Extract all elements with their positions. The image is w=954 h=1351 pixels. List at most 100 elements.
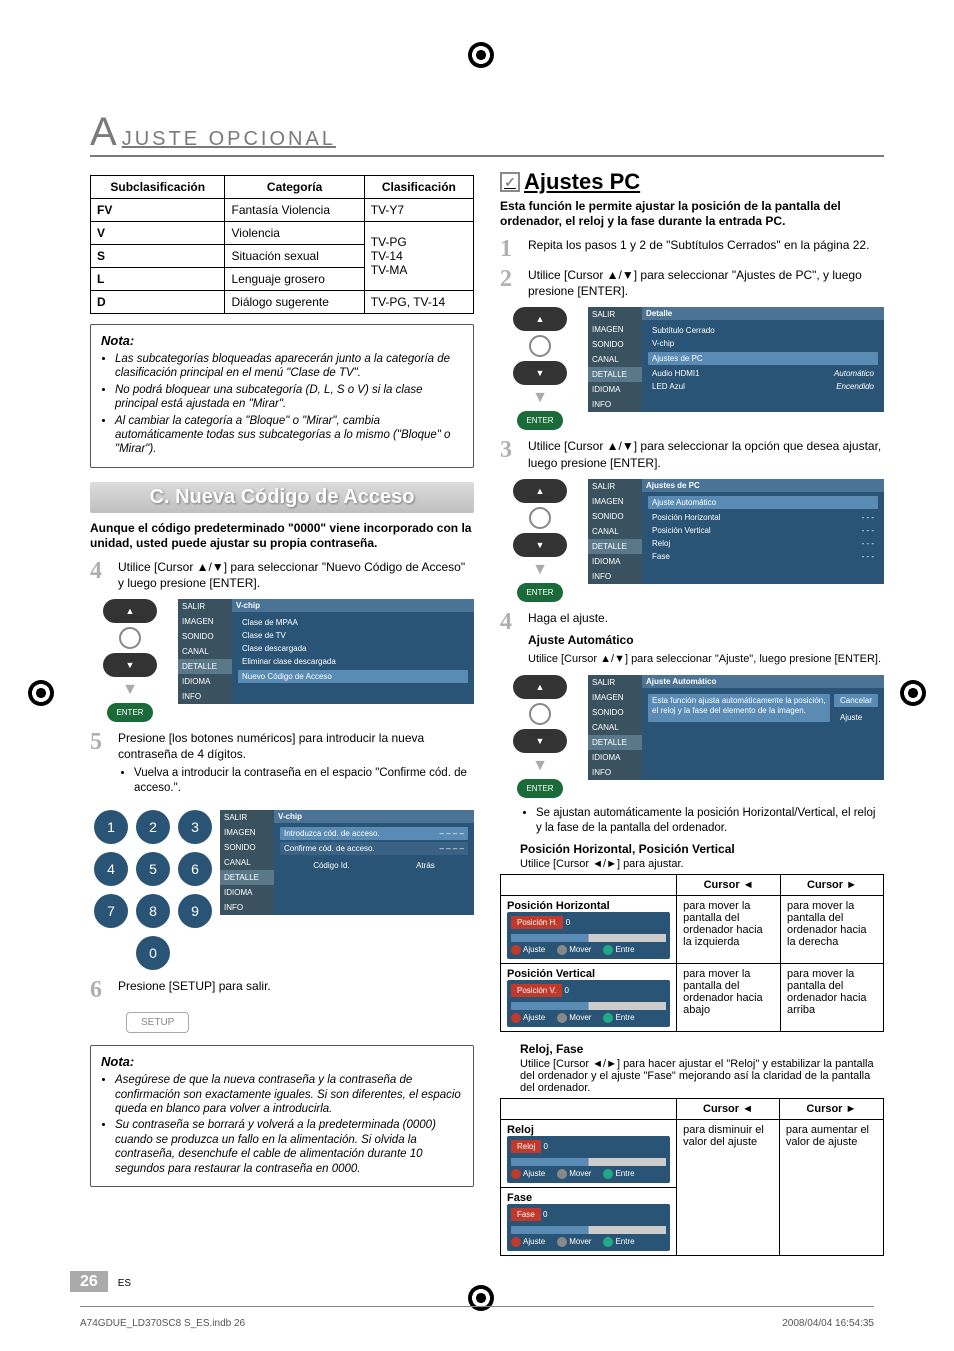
panel-header: V-chip <box>232 599 474 612</box>
menu-tab: CANAL <box>588 524 642 539</box>
classification-table: Subclasificación Categoría Clasificación… <box>90 175 474 314</box>
note-item: No podrá bloquear una subcategoría (D, L… <box>115 383 463 412</box>
td: L <box>91 268 225 291</box>
menu-item: Posición Vertical <box>652 526 711 535</box>
step-body: Presione [los botones numéricos] para in… <box>118 730 474 802</box>
cursor-up-icon: ▲ <box>103 599 157 623</box>
enter-button-icon: ENTER <box>517 779 562 798</box>
menu-tab: SALIR <box>178 599 232 614</box>
td: para mover la pantalla del ordenador hac… <box>781 963 884 1031</box>
menu-tab: SONIDO <box>588 509 642 524</box>
menu-item-selected: Nuevo Código de Acceso <box>238 670 468 683</box>
menu-tab: SONIDO <box>178 629 232 644</box>
menu-tab: SALIR <box>588 675 642 690</box>
panel-header: Ajuste Automático <box>642 675 884 688</box>
menu-item: Fase <box>652 552 670 561</box>
menu-item: Clase de TV <box>238 629 468 642</box>
td: para aumentar el valor de ajuste <box>779 1119 883 1255</box>
note-box-2: Nota: Asegúrese de que la nueva contrase… <box>90 1045 474 1187</box>
num-key: 6 <box>178 852 212 886</box>
step-number: 1 <box>500 237 520 261</box>
cursor-down-icon: ▼ <box>513 729 567 753</box>
input-row: Confirme cód. de acceso. <box>284 844 375 853</box>
num-key: 4 <box>94 852 128 886</box>
cursor-down-icon: ▼ <box>513 533 567 557</box>
numpad-illustration: 123 456 789 0 <box>94 810 212 970</box>
menu-item: LED Azul <box>652 382 685 391</box>
td: TV-PG TV-14 TV-MA <box>364 222 473 291</box>
num-key: 3 <box>178 810 212 844</box>
bullet: Se ajustan automáticamente la posición H… <box>536 806 884 836</box>
enter-button-icon: ENTER <box>517 583 562 602</box>
registration-mark <box>468 1285 494 1311</box>
remote-illustration: ▲▼▼ENTER <box>500 479 580 602</box>
cursor-ring <box>119 627 141 649</box>
tv-menu-screenshot: SALIR IMAGEN SONIDO CANAL DETALLE IDIOMA… <box>178 599 474 704</box>
row-label: Reloj <box>507 1124 670 1136</box>
menu-tab: SALIR <box>220 810 274 825</box>
row-label: Fase <box>507 1192 670 1204</box>
num-key: 1 <box>94 810 128 844</box>
remote-illustration: ▲▼▼ENTER <box>500 675 580 798</box>
num-key: 7 <box>94 894 128 928</box>
remote-illustration: ▲▼▼ENTER <box>500 307 580 430</box>
check-icon: ✓ <box>500 172 520 192</box>
step-number: 2 <box>500 267 520 299</box>
menu-tab: CANAL <box>588 352 642 367</box>
td: S <box>91 245 225 268</box>
step-body: Utilice [Cursor ▲/▼] para seleccionar "A… <box>528 267 884 299</box>
menu-tab: SONIDO <box>588 705 642 720</box>
menu-tab: IMAGEN <box>178 614 232 629</box>
panel-note: Esta función ajusta automáticamente la p… <box>648 694 830 722</box>
step-body: Presione [SETUP] para salir. <box>118 978 474 1002</box>
page-number: 26 ES <box>70 1273 131 1291</box>
menu-tab: SONIDO <box>220 840 274 855</box>
pc-intro: Esta función le permite ajustar la posic… <box>500 199 884 229</box>
td: Fantasía Violencia <box>225 199 364 222</box>
menu-item-selected: Ajustes de PC <box>652 354 703 363</box>
menu-tab: INFO <box>588 397 642 412</box>
enter-button-icon: ENTER <box>517 411 562 430</box>
slider-illustration: Reloj 0 AjusteMoverEntre <box>507 1136 670 1183</box>
instruction: Utilice [Cursor ◄/►] para ajustar. <box>520 858 884 870</box>
menu-tab: IDIOMA <box>178 674 232 689</box>
note-item: Asegúrese de que la nueva contraseña y l… <box>115 1073 463 1116</box>
input-row: Introduzca cód. de acceso. <box>284 829 380 838</box>
menu-tab: CANAL <box>220 855 274 870</box>
tv-menu-screenshot: SALIR IMAGEN SONIDO CANAL DETALLE IDIOMA… <box>220 810 474 915</box>
panel-button: Ajuste <box>834 711 878 724</box>
step-body: Utilice [Cursor ▲/▼] para seleccionar la… <box>528 438 884 470</box>
menu-tab: IDIOMA <box>588 554 642 569</box>
remote-illustration: ▲ ▼ ▼ ENTER <box>90 599 170 722</box>
note-title: Nota: <box>101 1054 463 1069</box>
menu-item: Clase de MPAA <box>238 616 468 629</box>
sub-heading: Posición Horizontal, Posición Vertical <box>520 842 884 856</box>
td: Situación sexual <box>225 245 364 268</box>
page-heading: A JUSTE OPCIONAL <box>90 110 884 157</box>
td: Diálogo sugerente <box>225 291 364 314</box>
td: para mover la pantalla del ordenador hac… <box>677 963 781 1031</box>
panel-header: V-chip <box>274 810 474 823</box>
td: para mover la pantalla del ordenador hac… <box>781 895 884 963</box>
section-c-intro: Aunque el código predeterminado "0000" v… <box>90 521 474 551</box>
note-item: Al cambiar la categoría a "Bloque" o "Mi… <box>115 414 463 457</box>
td: TV-PG, TV-14 <box>364 291 473 314</box>
menu-item-selected: Ajuste Automático <box>652 498 716 507</box>
sub-bullet: Vuelva a introducir la contraseña en el … <box>134 766 474 796</box>
note-item: Las subcategorías bloqueadas aparecerán … <box>115 352 463 381</box>
menu-tab: INFO <box>220 900 274 915</box>
td: Lenguaje grosero <box>225 268 364 291</box>
setup-button-icon: SETUP <box>126 1012 189 1033</box>
th: Clasificación <box>364 176 473 199</box>
menu-tab: DETALLE <box>588 735 642 750</box>
menu-tab: INFO <box>588 765 642 780</box>
menu-tab: CANAL <box>178 644 232 659</box>
th: Subclasificación <box>91 176 225 199</box>
panel-header: Ajustes de PC <box>642 479 884 492</box>
heading-initial: A <box>90 110 120 155</box>
num-key: 0 <box>136 936 170 970</box>
menu-item: Posición Horizontal <box>652 513 720 522</box>
panel-button: Cancelar <box>834 694 878 707</box>
row-label: Posición Vertical <box>507 968 670 980</box>
th: Categoría <box>225 176 364 199</box>
